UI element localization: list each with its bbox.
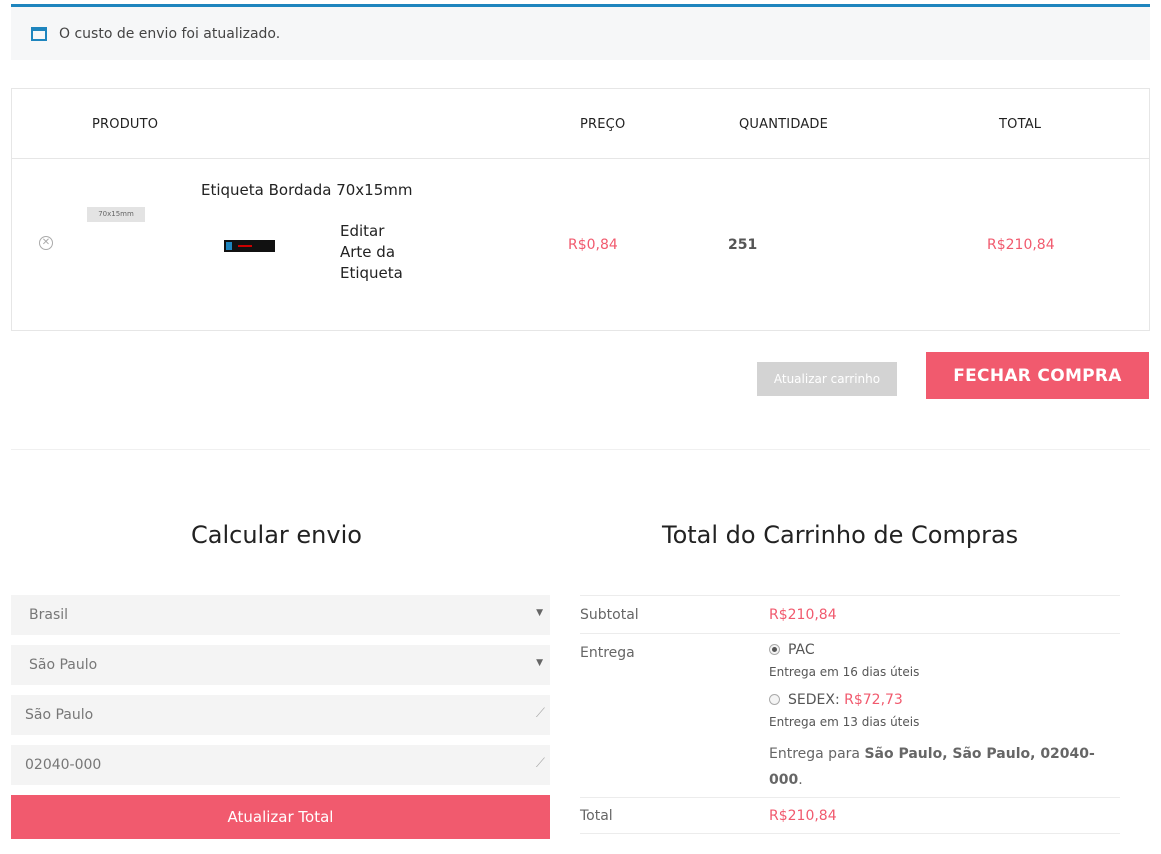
sedex-eta: Entrega em 13 dias úteis: [769, 715, 920, 729]
shipping-option-pac[interactable]: PAC: [788, 642, 815, 658]
label-art-image: [224, 240, 275, 252]
row-divider: [580, 595, 1120, 596]
state-select[interactable]: São Paulo ▼: [11, 645, 550, 685]
ship-to-address: Entrega para São Paulo, São Paulo, 02040…: [769, 746, 1095, 788]
row-divider: [580, 797, 1120, 798]
item-total: R$210,84: [987, 237, 1055, 253]
subtotal-value: R$210,84: [769, 607, 837, 623]
pac-eta: Entrega em 16 dias úteis: [769, 665, 920, 679]
row-divider: [580, 833, 1120, 834]
total-label: Total: [580, 808, 613, 824]
header-quantity: QUANTIDADE: [739, 117, 829, 132]
pin-icon: ⟋: [535, 706, 545, 721]
cart-table: PRODUTO PREÇO QUANTIDADE TOTAL ✕ 70x15mm…: [11, 88, 1150, 331]
section-divider: [11, 449, 1150, 450]
pin-icon: ⟋: [535, 756, 545, 771]
product-name-link[interactable]: Etiqueta Bordada 70x15mm: [201, 181, 412, 199]
cart-totals-title: Total do Carrinho de Compras: [662, 521, 1019, 549]
header-product: PRODUTO: [92, 117, 159, 132]
item-price: R$0,84: [568, 237, 618, 253]
city-input[interactable]: São Paulo ⟋: [11, 695, 550, 735]
caret-down-icon: ▼: [536, 658, 543, 668]
product-thumbnail[interactable]: 70x15mm: [87, 207, 145, 222]
table-row: ✕ 70x15mm Etiqueta Bordada 70x15mm Edita…: [12, 159, 1149, 331]
state-value: São Paulo: [29, 657, 98, 673]
shipping-calc-title: Calcular envio: [191, 521, 362, 549]
country-select[interactable]: Brasil ▼: [11, 595, 550, 635]
postcode-value: 02040-000: [25, 757, 102, 773]
radio-sedex[interactable]: [769, 694, 780, 705]
total-value: R$210,84: [769, 808, 837, 824]
city-value: São Paulo: [25, 707, 94, 723]
subtotal-label: Subtotal: [580, 607, 639, 623]
item-quantity[interactable]: 251: [728, 237, 757, 253]
update-cart-button[interactable]: Atualizar carrinho: [757, 362, 897, 396]
cart-table-header: PRODUTO PREÇO QUANTIDADE TOTAL: [12, 89, 1149, 159]
notice-text: O custo de envio foi atualizado.: [59, 25, 281, 42]
country-value: Brasil: [29, 607, 69, 623]
delivery-label: Entrega: [580, 645, 635, 661]
shipping-option-sedex[interactable]: SEDEX: R$72,73: [788, 692, 903, 708]
header-total: TOTAL: [999, 117, 1042, 132]
window-icon: [31, 26, 47, 41]
checkout-button[interactable]: FECHAR COMPRA: [926, 352, 1149, 399]
radio-pac[interactable]: [769, 644, 780, 655]
edit-art-link[interactable]: Editar Arte da Etiqueta: [340, 221, 420, 284]
postcode-input[interactable]: 02040-000 ⟋: [11, 745, 550, 785]
update-total-button[interactable]: Atualizar Total: [11, 795, 550, 839]
header-price: PREÇO: [580, 117, 626, 132]
row-divider: [580, 633, 1120, 634]
caret-down-icon: ▼: [536, 608, 543, 618]
remove-item-icon[interactable]: ✕: [39, 236, 53, 250]
shipping-updated-notice: O custo de envio foi atualizado.: [11, 4, 1150, 60]
